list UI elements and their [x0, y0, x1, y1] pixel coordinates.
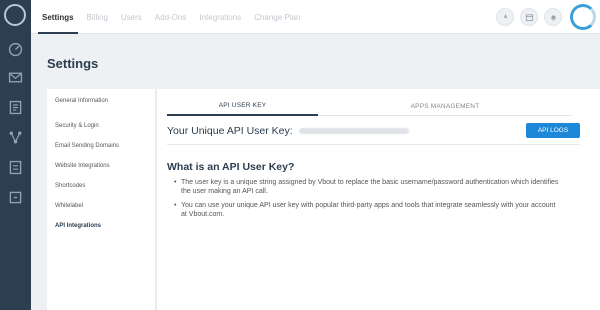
top-nav-change-plan[interactable]: Change Plan [254, 13, 300, 22]
app-logo[interactable] [4, 4, 26, 26]
api-key-value-redacted [298, 127, 409, 134]
email-icon[interactable] [6, 68, 25, 87]
side-menu-whitelabel[interactable]: Whitelabel [55, 203, 83, 209]
side-menu-email-sending-domains[interactable]: Email Sending Domains [55, 143, 119, 149]
top-nav-billing[interactable]: Billing [87, 13, 108, 22]
landing-page-icon[interactable] [6, 158, 25, 177]
api-logs-button[interactable]: API LOGS [526, 123, 580, 138]
tab-bar: API USER KEY APPS MANAGEMENT [167, 97, 572, 116]
top-nav-integrations[interactable]: Integrations [199, 13, 241, 22]
side-menu-general-information[interactable]: General Information [55, 98, 108, 104]
workflow-icon[interactable] [6, 128, 25, 147]
info-bullets: The user key is a unique string assigned… [174, 178, 561, 224]
top-nav-add-ons[interactable]: Add-Ons [155, 13, 187, 22]
contacts-icon[interactable] [6, 98, 25, 117]
top-nav-users[interactable]: Users [121, 13, 142, 22]
api-key-label: Your Unique API User Key: [167, 124, 293, 137]
avatar[interactable] [570, 4, 596, 30]
top-nav-settings[interactable]: Settings [38, 13, 78, 34]
bell-icon[interactable] [544, 8, 562, 26]
side-menu-shortcodes[interactable]: Shortcodes [55, 183, 85, 189]
side-menu-security-login[interactable]: Security & Login [55, 123, 99, 129]
left-navigation [0, 0, 31, 310]
divider [167, 144, 580, 145]
dashboard-icon[interactable] [6, 40, 25, 59]
page-title: Settings [47, 56, 99, 71]
main-content: API USER KEY APPS MANAGEMENT Your Unique… [157, 89, 600, 310]
top-bar: Settings Billing Users Add-Ons Integrati… [31, 0, 600, 34]
tab-api-user-key[interactable]: API USER KEY [167, 97, 318, 116]
side-menu-website-integrations[interactable]: Website Integrations [55, 163, 110, 169]
social-icon[interactable] [6, 188, 25, 207]
top-icons [496, 8, 562, 26]
rocket-icon[interactable] [496, 8, 514, 26]
side-menu-api-integrations[interactable]: API Integrations [55, 223, 101, 229]
api-key-row: Your Unique API User Key: [167, 123, 409, 138]
info-title: What is an API User Key? [167, 161, 295, 173]
info-bullet: The user key is a unique string assigned… [174, 178, 561, 196]
page-header: Settings [31, 34, 600, 89]
info-bullet: You can use your unique API user key wit… [174, 201, 561, 219]
top-navigation: Settings Billing Users Add-Ons Integrati… [38, 0, 300, 34]
tab-apps-management[interactable]: APPS MANAGEMENT [318, 97, 572, 116]
calendar-icon[interactable] [520, 8, 538, 26]
settings-side-menu: General Information Security & Login Ema… [47, 89, 156, 310]
